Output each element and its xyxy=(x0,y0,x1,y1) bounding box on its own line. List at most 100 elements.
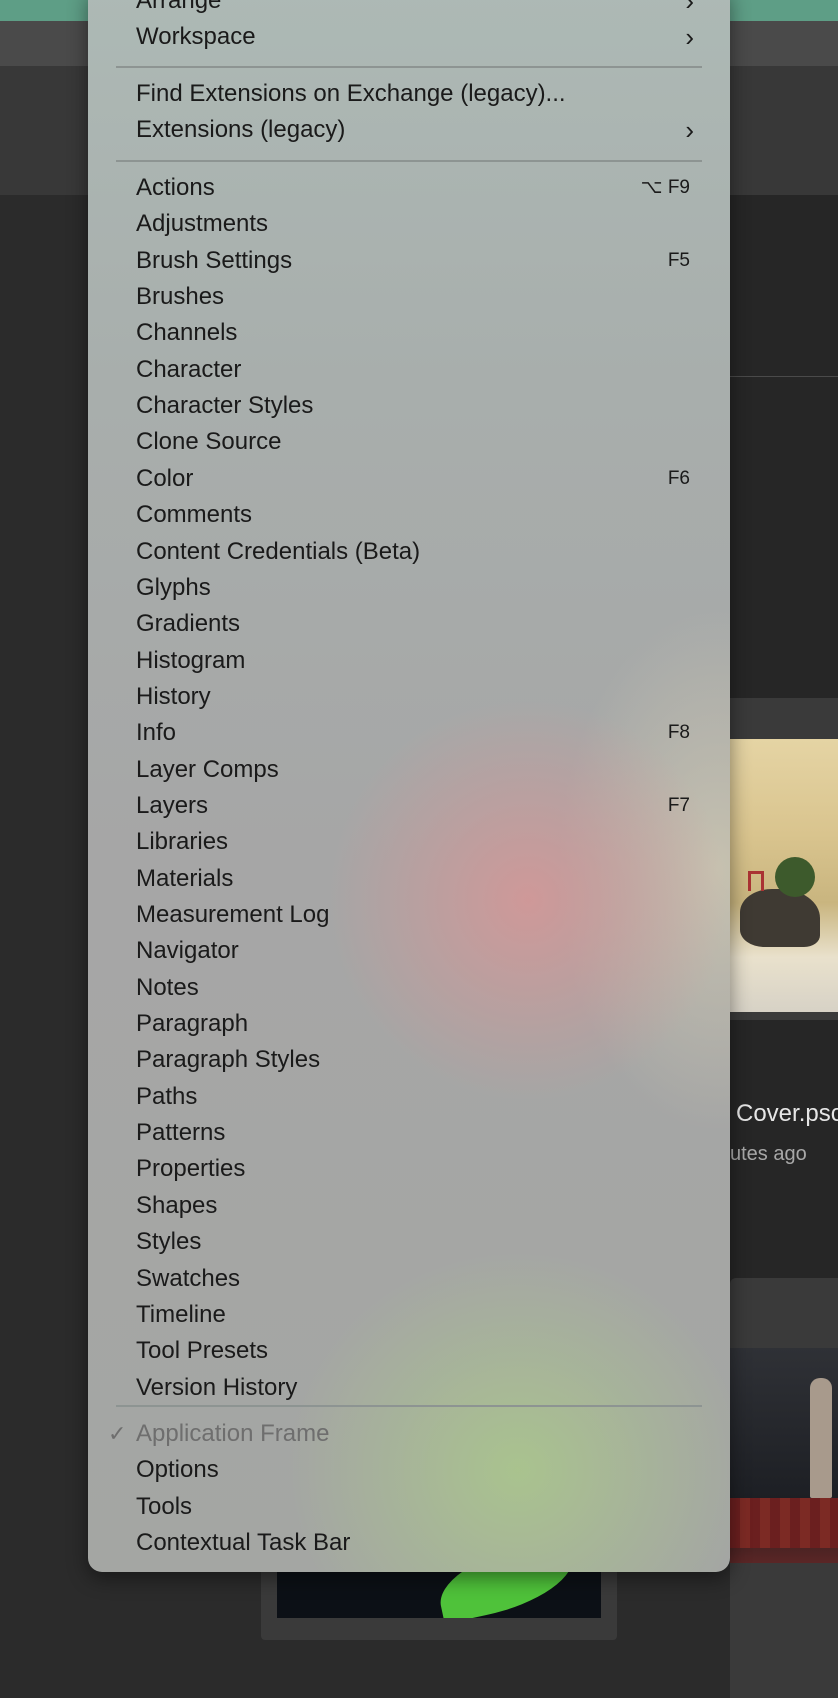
menu-item-shortcut: F5 xyxy=(667,249,690,271)
menu-item-styles[interactable]: Styles xyxy=(136,1224,690,1260)
recent-file-thumbnail[interactable] xyxy=(730,739,838,1012)
menu-item-label: Styles xyxy=(136,1228,202,1256)
menu-item-shapes[interactable]: Shapes xyxy=(136,1188,690,1224)
menu-item-shortcut: ⌥ F9 xyxy=(640,177,690,198)
menu-item-navigator[interactable]: Navigator xyxy=(136,933,690,969)
checkmark-icon: ✓ xyxy=(108,1421,127,1446)
menu-item-options[interactable]: Options xyxy=(136,1452,690,1488)
menu-item-paragraph[interactable]: Paragraph xyxy=(136,1006,690,1042)
menu-item-tool-presets[interactable]: Tool Presets xyxy=(136,1333,690,1369)
menu-item-label: Measurement Log xyxy=(136,901,330,928)
menu-item-label: Info xyxy=(136,719,177,747)
recent-file-title[interactable]: Cover.psc xyxy=(736,1100,838,1128)
menu-item-shortcut: F8 xyxy=(667,722,690,744)
window-menu-dropdown: Arrange › Workspace › Find Extensions on Exc… xyxy=(88,0,730,1572)
menu-item-tools[interactable]: Tools xyxy=(136,1489,690,1525)
menu-item-actions[interactable]: Actions ⌥ F9 xyxy=(136,170,690,206)
menu-item-shortcut: F6 xyxy=(667,467,690,489)
menu-item-timeline[interactable]: Timeline xyxy=(136,1297,690,1333)
recent-file-timestamp: utes ago xyxy=(730,1143,807,1165)
menu-item-info[interactable]: Info F8 xyxy=(136,715,690,751)
menu-item-layers[interactable]: Layers F7 xyxy=(136,788,690,824)
menu-item-label: Notes xyxy=(136,973,199,1001)
menu-item-application-frame: ✓ Application Frame xyxy=(108,1416,690,1452)
menu-item-materials[interactable]: Materials xyxy=(136,861,690,897)
menu-item-label: Properties xyxy=(136,1155,246,1183)
menu-item-label: Content Credentials (Beta) xyxy=(136,537,421,565)
chevron-right-icon: › xyxy=(685,22,694,53)
menu-item-label: Gradients xyxy=(136,610,241,638)
menu-item-label: Brushes xyxy=(136,283,225,311)
menu-item-content-credentials-beta[interactable]: Content Credentials (Beta) xyxy=(136,534,690,570)
menu-item-label: Tools xyxy=(136,1492,193,1520)
menu-item-label: Adjustments xyxy=(136,210,269,238)
menu-item-version-history[interactable]: Version History xyxy=(136,1370,690,1406)
menu-item-history[interactable]: History xyxy=(136,679,690,715)
menu-item-patterns[interactable]: Patterns xyxy=(136,1115,690,1151)
menu-item-label: Patterns xyxy=(136,1119,226,1147)
menu-item-character-styles[interactable]: Character Styles xyxy=(136,388,690,424)
menu-item-channels[interactable]: Channels xyxy=(136,315,690,351)
menu-separator xyxy=(116,160,702,162)
menu-item-properties[interactable]: Properties xyxy=(136,1151,690,1187)
menu-item-swatches[interactable]: Swatches xyxy=(136,1261,690,1297)
menu-item-label: Comments xyxy=(136,501,253,529)
menu-item-histogram[interactable]: Histogram xyxy=(136,643,690,679)
menu-item-label: Timeline xyxy=(136,1300,226,1328)
menu-item-workspace[interactable]: Workspace › xyxy=(136,19,694,55)
menu-item-extensions-legacy[interactable]: Extensions (legacy) › xyxy=(136,112,694,148)
menu-item-label: Tool Presets xyxy=(136,1337,269,1365)
menu-item-paths[interactable]: Paths xyxy=(136,1079,690,1115)
menu-item-label: Character xyxy=(136,355,242,383)
menu-item-label: Libraries xyxy=(136,828,229,856)
menu-item-gradients[interactable]: Gradients xyxy=(136,606,690,642)
menu-item-label: Channels xyxy=(136,319,238,347)
menu-item-contextual-task-bar[interactable]: Contextual Task Bar xyxy=(136,1525,690,1561)
menu-item-label: History xyxy=(136,682,211,710)
rug-shape xyxy=(730,1498,838,1548)
menu-item-shortcut: F7 xyxy=(667,794,690,816)
menu-item-label: Contextual Task Bar xyxy=(136,1529,351,1557)
menu-item-label: Workspace xyxy=(136,23,256,51)
menu-item-character[interactable]: Character xyxy=(136,352,690,388)
menu-item-label: Paths xyxy=(136,1082,198,1110)
menu-item-label: Arrange xyxy=(136,0,222,14)
figure-shape xyxy=(810,1378,832,1498)
menu-item-arrange[interactable]: Arrange › xyxy=(136,0,694,19)
menu-item-label: Histogram xyxy=(136,646,246,674)
torii-gate-shape xyxy=(748,871,764,891)
chevron-right-icon: › xyxy=(685,115,694,146)
menu-item-adjustments[interactable]: Adjustments xyxy=(136,206,690,242)
recent-file-thumbnail-2[interactable] xyxy=(730,1348,838,1563)
menu-item-measurement-log[interactable]: Measurement Log xyxy=(136,897,690,933)
menu-item-paragraph-styles[interactable]: Paragraph Styles xyxy=(136,1042,690,1078)
menu-separator xyxy=(116,1405,702,1407)
menu-item-brushes[interactable]: Brushes xyxy=(136,279,690,315)
menu-item-notes[interactable]: Notes xyxy=(136,970,690,1006)
menu-item-label: Brush Settings xyxy=(136,246,293,274)
menu-item-label: Application Frame xyxy=(136,1420,330,1447)
menu-item-label: Glyphs xyxy=(136,573,211,601)
menu-item-label: Paragraph Styles xyxy=(136,1046,321,1074)
menu-item-find-extensions-on-exchange-legacy[interactable]: Find Extensions on Exchange (legacy)... xyxy=(136,76,690,112)
menu-item-layer-comps[interactable]: Layer Comps xyxy=(136,752,690,788)
island-shape xyxy=(740,889,820,947)
menu-item-label: Clone Source xyxy=(136,428,282,456)
menu-item-comments[interactable]: Comments xyxy=(136,497,690,533)
menu-item-clone-source[interactable]: Clone Source xyxy=(136,424,690,460)
menu-item-libraries[interactable]: Libraries xyxy=(136,824,690,860)
panel-divider xyxy=(730,376,838,377)
menu-item-label: Swatches xyxy=(136,1264,241,1292)
menu-item-brush-settings[interactable]: Brush Settings F5 xyxy=(136,243,690,279)
menu-item-label: Materials xyxy=(136,864,234,892)
menu-item-label: Character Styles xyxy=(136,392,314,420)
menu-separator xyxy=(116,66,702,68)
menu-item-label: Actions xyxy=(136,174,215,201)
chevron-right-icon: › xyxy=(685,0,694,16)
tree-shape xyxy=(775,857,815,897)
menu-item-glyphs[interactable]: Glyphs xyxy=(136,570,690,606)
menu-item-label: Color xyxy=(136,464,194,492)
menu-item-label: Extensions (legacy) xyxy=(136,116,346,144)
menu-item-color[interactable]: Color F6 xyxy=(136,461,690,497)
menu-item-label: Shapes xyxy=(136,1191,218,1219)
